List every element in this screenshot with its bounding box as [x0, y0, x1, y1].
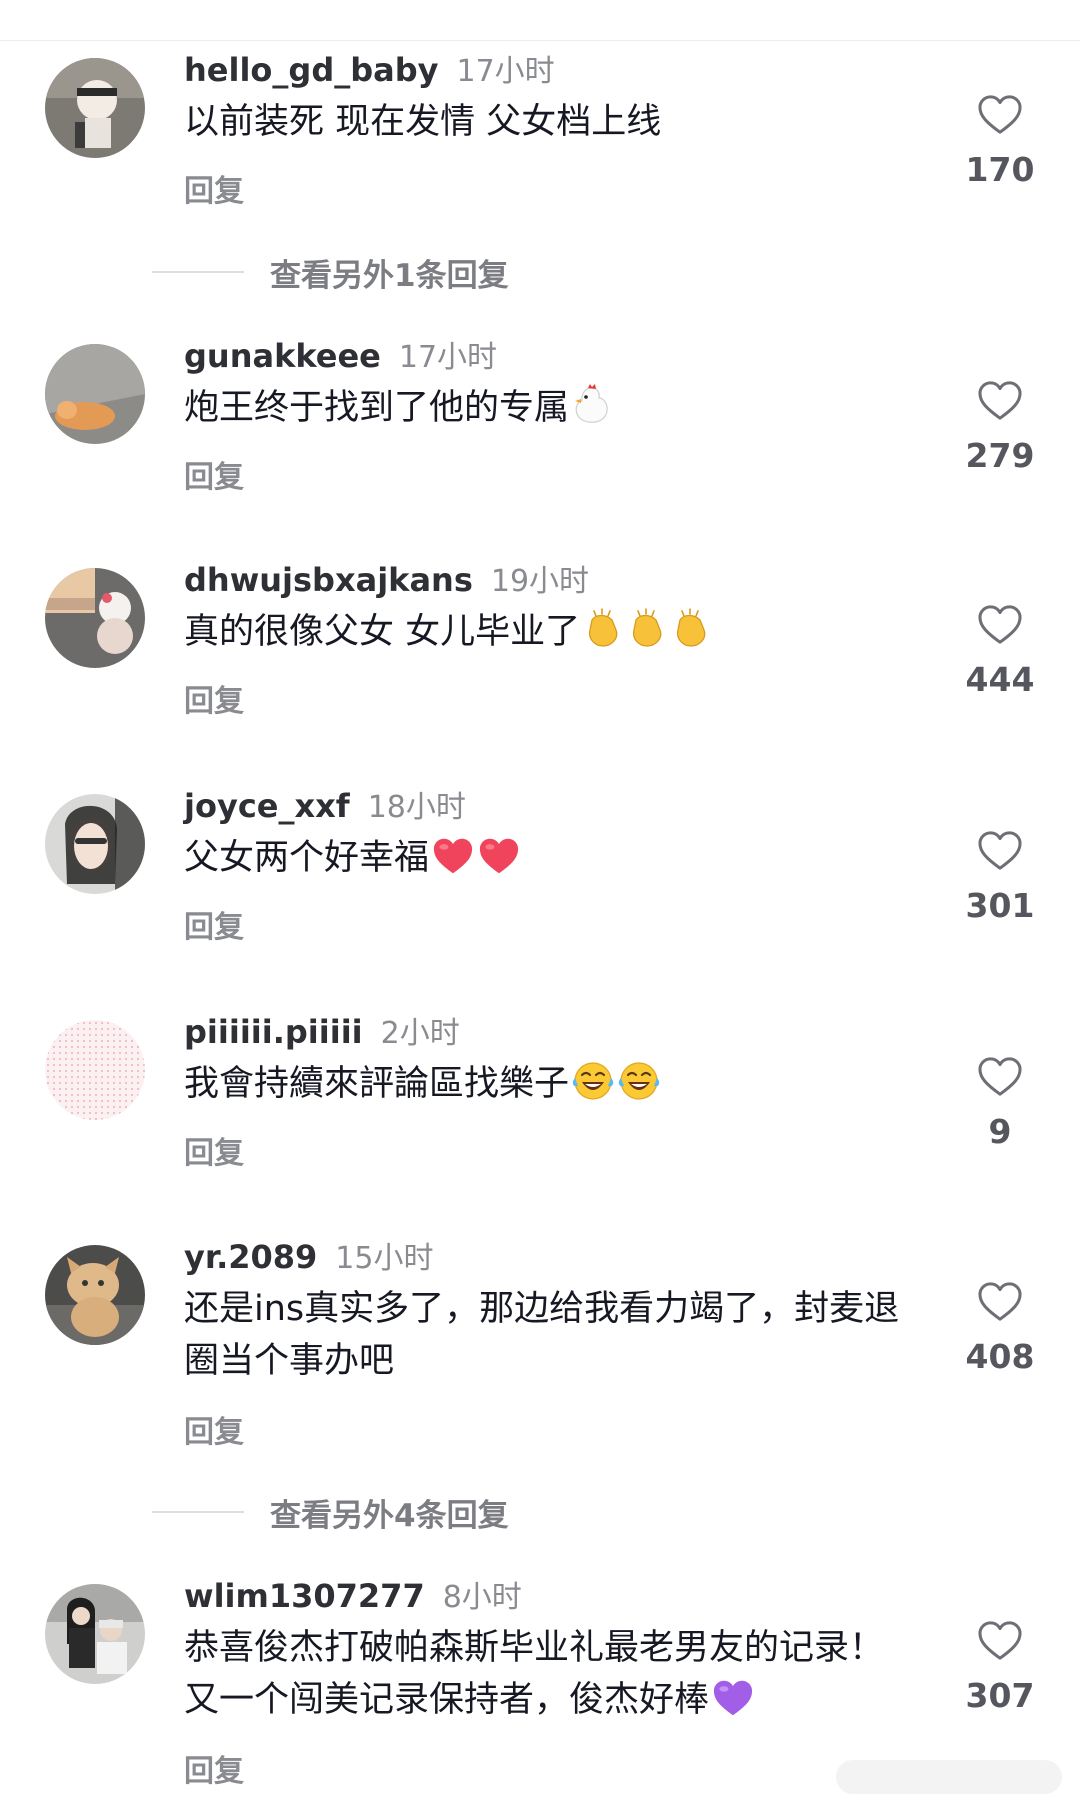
view-more-line [152, 271, 244, 273]
top-divider [0, 40, 1080, 41]
comment-text-content: 以前装死 现在发情 父女档上线 [184, 102, 662, 142]
like-button[interactable]: 170 [960, 94, 1040, 189]
like-button[interactable]: 408 [960, 1281, 1040, 1376]
laughing-tears-emoji-icon [571, 1060, 615, 1102]
like-button[interactable]: 301 [960, 830, 1040, 925]
view-more-line [152, 1511, 244, 1513]
comment-text: 恭喜俊杰打破帕森斯毕业礼最老男友的记录！又一个闯美记录保持者，俊杰好棒 [184, 1622, 884, 1726]
heart-outline-icon[interactable] [977, 380, 1023, 422]
clapping-hands-emoji-icon [670, 608, 712, 650]
red-heart-emoji-icon [477, 836, 521, 876]
username-text[interactable]: dhwujsbxajkans [184, 561, 473, 599]
avatar[interactable] [45, 344, 145, 444]
view-more-label[interactable]: 查看另外4条回复 [270, 1490, 509, 1535]
view-more-replies[interactable]: 查看另外1条回复 [152, 250, 509, 295]
avatar[interactable] [45, 58, 145, 158]
username[interactable]: hello_gd_baby 17小时 [184, 50, 555, 92]
heart-outline-icon[interactable] [977, 604, 1023, 646]
comment-text: 还是ins真实多了，那边给我看力竭了，封麦退圈当个事办吧 [184, 1283, 914, 1387]
clapping-hands-emoji-icon [626, 608, 668, 650]
clapping-hands-emoji-icon [582, 608, 624, 650]
reply-button[interactable]: 回复 [184, 458, 244, 498]
username-text[interactable]: joyce_xxf [184, 787, 350, 825]
like-count: 170 [965, 150, 1035, 189]
laughing-tears-emoji-icon [617, 1060, 661, 1102]
comment-text: 我會持續來評論區找樂子 [184, 1058, 924, 1110]
avatar[interactable] [45, 1245, 145, 1345]
comment-text: 真的很像父女 女儿毕业了 [184, 606, 924, 658]
username-text[interactable]: piiiiii.piiiii [184, 1013, 363, 1051]
timestamp: 17小时 [456, 54, 555, 89]
like-button[interactable]: 9 [960, 1056, 1040, 1151]
comment-text-content: 我會持續來評論區找樂子 [184, 1064, 570, 1104]
heart-outline-icon[interactable] [977, 1056, 1023, 1098]
heart-outline-icon[interactable] [977, 830, 1023, 872]
username-text[interactable]: wlim1307277 [184, 1577, 425, 1615]
like-button[interactable]: 279 [960, 380, 1040, 475]
watermark [836, 1760, 1062, 1794]
timestamp: 8小时 [442, 1580, 522, 1615]
like-count: 444 [965, 660, 1035, 699]
comment-text: 炮王终于找到了他的专属 [184, 382, 924, 434]
timestamp: 2小时 [380, 1016, 460, 1051]
username[interactable]: joyce_xxf 18小时 [184, 786, 466, 828]
reply-button[interactable]: 回复 [184, 682, 244, 722]
heart-outline-icon[interactable] [977, 94, 1023, 136]
username[interactable]: wlim1307277 8小时 [184, 1576, 522, 1618]
purple-heart-emoji-icon [711, 1678, 755, 1718]
comment-text: 父女两个好幸福 [184, 832, 924, 884]
username-text[interactable]: hello_gd_baby [184, 51, 438, 89]
comment-text: 以前装死 现在发情 父女档上线 [184, 96, 924, 148]
comment-text-content: 炮王终于找到了他的专属 [184, 388, 570, 428]
username[interactable]: dhwujsbxajkans 19小时 [184, 560, 589, 602]
red-heart-emoji-icon [431, 836, 475, 876]
username[interactable]: gunakkeee 17小时 [184, 336, 497, 378]
like-count: 301 [965, 886, 1035, 925]
like-button[interactable]: 444 [960, 604, 1040, 699]
timestamp: 19小时 [490, 564, 590, 599]
username[interactable]: yr.2089 15小时 [184, 1237, 433, 1279]
reply-button[interactable]: 回复 [184, 1752, 244, 1792]
heart-outline-icon[interactable] [977, 1620, 1023, 1662]
like-button[interactable]: 307 [960, 1620, 1040, 1715]
like-count: 279 [965, 436, 1035, 475]
like-count: 408 [965, 1337, 1035, 1376]
chicken-emoji-icon [571, 384, 613, 426]
reply-button[interactable]: 回复 [184, 172, 244, 212]
comment-text-content: 父女两个好幸福 [184, 838, 430, 878]
avatar[interactable] [45, 794, 145, 894]
comment-text-content: 恭喜俊杰打破帕森斯毕业礼最老男友的记录！又一个闯美记录保持者，俊杰好棒 [184, 1628, 885, 1720]
avatar[interactable] [45, 1584, 145, 1684]
reply-button[interactable]: 回复 [184, 1413, 244, 1453]
like-count: 307 [965, 1676, 1035, 1715]
comment-text-content: 真的很像父女 女儿毕业了 [184, 612, 581, 652]
timestamp: 18小时 [367, 790, 466, 825]
like-count: 9 [988, 1112, 1012, 1151]
timestamp: 17小时 [398, 340, 498, 375]
view-more-label[interactable]: 查看另外1条回复 [270, 250, 509, 295]
avatar[interactable] [45, 1020, 145, 1120]
username-text[interactable]: gunakkeee [184, 337, 381, 375]
heart-outline-icon[interactable] [977, 1281, 1023, 1323]
username-text[interactable]: yr.2089 [184, 1238, 317, 1276]
view-more-replies[interactable]: 查看另外4条回复 [152, 1490, 509, 1535]
avatar[interactable] [45, 568, 145, 668]
reply-button[interactable]: 回复 [184, 1134, 244, 1174]
comment-text-content: 还是ins真实多了，那边给我看力竭了，封麦退圈当个事办吧 [184, 1289, 900, 1381]
username[interactable]: piiiiii.piiiii 2小时 [184, 1012, 460, 1054]
timestamp: 15小时 [335, 1241, 434, 1276]
reply-button[interactable]: 回复 [184, 908, 244, 948]
